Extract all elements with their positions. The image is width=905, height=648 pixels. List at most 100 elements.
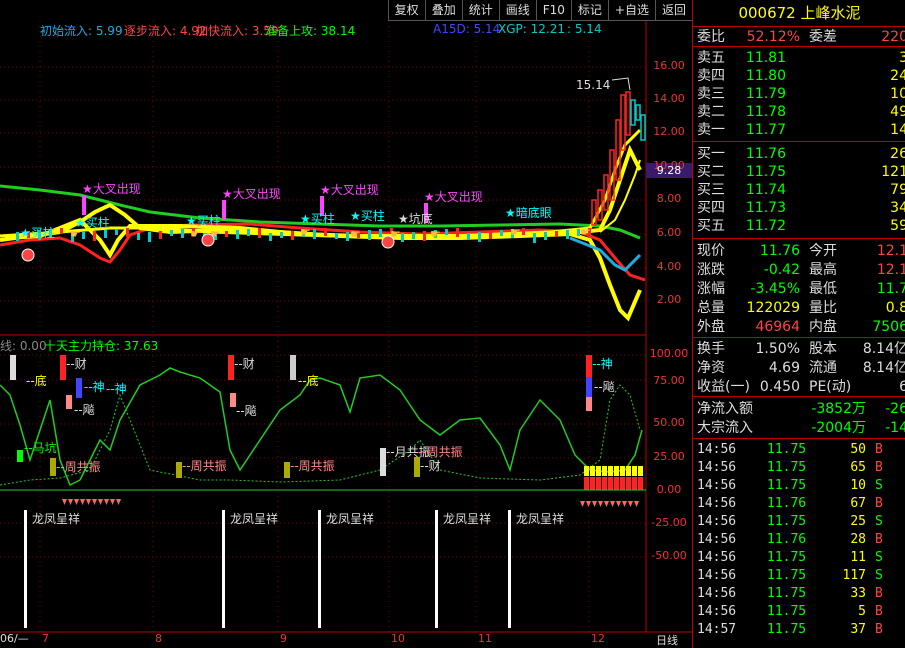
tick-side: B [875,496,883,511]
price-axis-label: 16.00 [653,59,685,72]
ask-label: 卖二 [697,104,725,120]
chart-toolbar: 复权 叠加 统计 画线 F10 标记 +自选 返回 [387,0,692,21]
toolbar-button-7[interactable]: 返回 [654,0,692,21]
tick-row: 14:56 11.75 117 S [693,567,905,585]
small-candle [423,231,426,241]
small-candle [555,231,558,237]
tick-volume: 65 [850,460,866,475]
indicator-signal-label: --周共振 [182,459,227,473]
tick-time: 14:56 [697,568,737,583]
indicator-axis-label: 50.00 [653,416,685,429]
indicator-value: 准备上攻: 38.14 [265,24,356,38]
indicator-signal-label: --神 [84,380,105,394]
toolbar-button-5[interactable]: 标记 [570,0,608,21]
tick-time: 14:56 [697,550,737,565]
down-triangle-marker [592,501,597,507]
toolbar-button-6[interactable]: +自选 [607,0,655,21]
volume-block [638,466,643,476]
price-axis-label: 2.00 [656,293,682,306]
ask-price: 11.80 [745,68,786,84]
toolbar-button-0[interactable]: 复权 [387,0,425,21]
small-candle [159,231,162,239]
toolbar-button-4[interactable]: F10 [535,0,571,21]
signal-label: ★买柱 [20,226,55,240]
tick-side: S [875,550,883,565]
tick-price: 11.75 [767,604,807,619]
ask-price: 11.77 [745,122,786,138]
tick-price: 11.75 [767,550,807,565]
down-triangle-marker [598,501,603,507]
indicator-value: : 5.14 [567,22,602,36]
small-candle [247,229,250,236]
signal-label: ★买柱 [75,216,110,230]
tick-time: 14:56 [697,478,737,493]
indicator-signal-label: --周共振 [290,459,335,473]
small-candle [522,228,525,235]
small-candle [335,233,338,239]
indicator-signal-label: --飚 [594,380,615,394]
tick-volume: 11 [850,550,866,565]
value: 1.50% [755,341,800,357]
value: 7506 [872,319,905,335]
tick-side: S [875,514,883,529]
small-candle [313,229,316,239]
fundamental-row: 净资 4.69 流通 8.14亿 [693,359,905,377]
small-candle [346,232,349,241]
flow-value-2: -14 [885,420,905,436]
small-candle [368,230,371,240]
small-candle [544,232,547,240]
red-dot-icon [201,233,215,247]
value: 8.14亿 [862,341,905,357]
dragon-signal-label: 龙凤呈祥 [443,512,492,526]
value: 12.1 [876,243,905,259]
toolbar-button-2[interactable]: 统计 [461,0,499,21]
indicator-axis-label: 0.00 [656,483,682,496]
quote-row: 现价 11.76 今开 12.1 [693,242,905,260]
signal-label: ★暗底眼 [505,206,552,220]
indicator-value: 初始流入: 5.99 [40,24,123,38]
small-candle [456,228,459,237]
tick-row: 14:56 11.75 11 S [693,549,905,567]
volume-block [608,466,613,476]
down-triangle-marker [62,499,67,505]
price-axis-label: 14.00 [653,92,685,105]
flow-row: 大宗流入 -2004万 -14 [693,419,905,437]
peak-arrow [611,77,631,91]
label: 委差 [809,29,837,45]
toolbar-button-3[interactable]: 画线 [498,0,536,21]
indicator-signal-label: --财 [66,357,87,371]
tick-time: 14:56 [697,514,737,529]
tick-volume: 117 [842,568,866,583]
signal-label: ★坑底 [398,212,433,226]
toolbar-button-1[interactable]: 叠加 [424,0,462,21]
divider [693,396,905,397]
ask-row: 卖三 11.79 10 [693,85,905,103]
indicator-axis-label: 100.00 [649,347,689,360]
indicator-signal-label: --飚 [74,403,95,417]
ask-price: 11.79 [745,86,786,102]
chart-area[interactable]: ☛ ☛ ☛ ☛ ☛ ☛ ☛ ☛ ☛ 初始流入: 5.99 逐步流入: 4.92 加快流入: 3.59… [0,0,692,648]
volume-block [608,477,613,490]
kline-chart[interactable]: ☛ ☛ ☛ ☛ ☛ ☛ ☛ ☛ ☛ [0,0,692,648]
down-triangle-marker [628,501,633,507]
volume-block [584,466,589,476]
label: 涨幅 [697,281,725,297]
label: 净资 [697,360,725,376]
period-label[interactable]: 日线 [656,632,678,648]
small-candle [170,230,173,236]
red-dot-icon [381,235,395,249]
indicator-signal-label: --飚 [236,404,257,418]
tick-row: 14:56 11.75 33 B [693,585,905,603]
volume-block [584,477,589,490]
bid-label: 买一 [697,146,725,162]
value: 52.12% [746,29,800,45]
signal-label: ★大叉出现 [320,183,379,197]
hand-pointer-icon: ☛ [580,225,591,239]
indicator-axis-label: 75.00 [653,374,685,387]
hand-pointer-icon: ☛ [510,225,521,239]
candlestick [635,104,641,121]
fundamental-row: 换手 1.50% 股本 8.14亿 [693,340,905,358]
weibi-row: 委比 52.12% 委差 220 [693,28,905,46]
date-axis-label: 7 [42,632,49,645]
indicator-value: XGP: 12.21 [498,22,565,36]
